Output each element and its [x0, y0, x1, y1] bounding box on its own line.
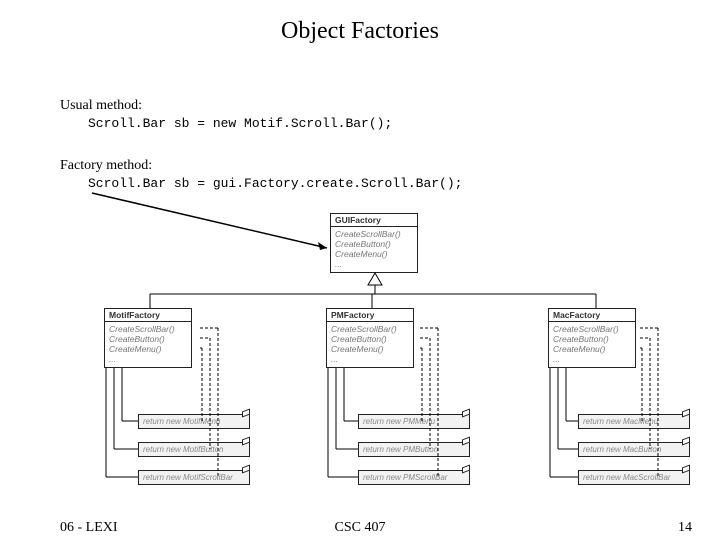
mac-return-button: return new MacButton — [578, 442, 690, 457]
note-fold-icon — [682, 409, 690, 418]
factory-code: Scroll.Bar sb = gui.Factory.create.Scrol… — [88, 176, 462, 191]
motif-return-button: return new MotifButton — [138, 442, 250, 457]
mac-return-menu: return new MacMenu — [578, 414, 690, 429]
footer-center: CSC 407 — [0, 520, 720, 536]
uml-pmfactory: PMFactory CreateScrollBar() CreateButton… — [326, 308, 414, 368]
uml-pm-ops: CreateScrollBar() CreateButton() CreateM… — [327, 322, 413, 366]
pm-return-scrollbar: return new PMScrollBar — [358, 470, 470, 485]
pm-return-menu-text: return new PMMenu — [363, 417, 435, 426]
page-title: Object Factories — [0, 18, 720, 45]
motif-return-scrollbar-text: return new MotifScrollBar — [143, 473, 233, 482]
note-fold-icon — [682, 465, 690, 474]
usual-label: Usual method: — [60, 98, 392, 114]
mac-return-button-text: return new MacButton — [583, 445, 661, 454]
uml-motif-name: MotifFactory — [105, 309, 191, 322]
usual-method-block: Usual method: Scroll.Bar sb = new Motif.… — [60, 98, 392, 131]
note-fold-icon — [462, 409, 470, 418]
motif-return-menu: return new MotifMenu — [138, 414, 250, 429]
note-fold-icon — [242, 437, 250, 446]
footer-page-number: 14 — [678, 520, 692, 536]
motif-return-scrollbar: return new MotifScrollBar — [138, 470, 250, 485]
note-fold-icon — [242, 409, 250, 418]
pm-return-menu: return new PMMenu — [358, 414, 470, 429]
uml-guifactory-name: GUIFactory — [331, 214, 417, 227]
uml-motif-ops: CreateScrollBar() CreateButton() CreateM… — [105, 322, 191, 366]
note-fold-icon — [682, 437, 690, 446]
uml-guifactory-ops: CreateScrollBar() CreateButton() CreateM… — [331, 227, 417, 271]
pm-return-button-text: return new PMButton — [363, 445, 438, 454]
mac-return-scrollbar: return new MacScrollBar — [578, 470, 690, 485]
factory-method-block: Factory method: Scroll.Bar sb = gui.Fact… — [60, 158, 462, 191]
note-fold-icon — [462, 437, 470, 446]
pm-return-scrollbar-text: return new PMScrollBar — [363, 473, 447, 482]
uml-guifactory: GUIFactory CreateScrollBar() CreateButto… — [330, 213, 418, 273]
factory-label: Factory method: — [60, 158, 462, 174]
uml-macfactory: MacFactory CreateScrollBar() CreateButto… — [548, 308, 636, 368]
uml-motiffactory: MotifFactory CreateScrollBar() CreateBut… — [104, 308, 192, 368]
usual-code: Scroll.Bar sb = new Motif.Scroll.Bar(); — [88, 116, 392, 131]
mac-return-menu-text: return new MacMenu — [583, 417, 658, 426]
uml-mac-name: MacFactory — [549, 309, 635, 322]
pm-return-button: return new PMButton — [358, 442, 470, 457]
note-fold-icon — [242, 465, 250, 474]
note-fold-icon — [462, 465, 470, 474]
uml-mac-ops: CreateScrollBar() CreateButton() CreateM… — [549, 322, 635, 366]
motif-return-button-text: return new MotifButton — [143, 445, 223, 454]
motif-return-menu-text: return new MotifMenu — [143, 417, 220, 426]
uml-pm-name: PMFactory — [327, 309, 413, 322]
mac-return-scrollbar-text: return new MacScrollBar — [583, 473, 671, 482]
